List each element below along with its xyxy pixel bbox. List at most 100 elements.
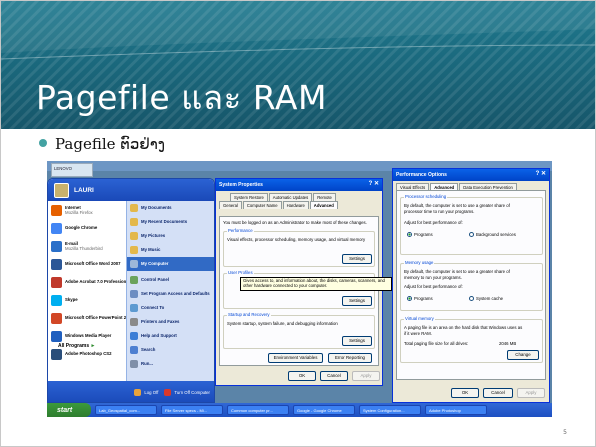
start-menu-place-item[interactable]: Search (127, 343, 214, 357)
start-menu-place-item[interactable]: Printers and Faxes (127, 315, 214, 329)
admin-note: You must be logged on as an Administrato… (223, 220, 367, 225)
ok-button[interactable]: OK (288, 371, 316, 381)
ok-button[interactable]: OK (451, 388, 479, 398)
pinned-programs: Internet Mozilla Firefox Google Chrome E-ma… (48, 201, 133, 381)
start-menu-place-item[interactable]: My Music (127, 243, 214, 257)
programs-radio[interactable]: Programs (407, 232, 433, 237)
start-menu-place-item[interactable]: Set Program Access and Defaults (127, 287, 214, 301)
window-title: System Properties (219, 182, 263, 188)
program-icon (51, 348, 62, 360)
tab-system-restore[interactable]: System Restore (230, 193, 268, 202)
user-profiles-label: User Profiles (227, 270, 254, 276)
start-menu-header: LAURI (48, 179, 214, 201)
pinned-program-item[interactable]: Skype (48, 291, 126, 309)
tab-computer-name[interactable]: Computer Name (242, 201, 282, 210)
startup-recovery-group: Startup and Recovery System startup, sys… (223, 312, 375, 349)
program-label: Windows Media Player (65, 333, 112, 339)
program-icon (51, 312, 62, 324)
tab-hardware[interactable]: Hardware (282, 201, 309, 210)
taskbar-button[interactable]: File Server specs - Mi... (161, 405, 223, 415)
start-menu-place-item[interactable]: My Pictures (127, 229, 214, 243)
startup-text: System startup, system failure, and debu… (227, 321, 338, 326)
start-menu-place-item[interactable]: My Computer (127, 257, 214, 271)
advanced-panel: You must be logged on as an Administrato… (219, 216, 379, 366)
program-icon (51, 276, 62, 288)
virtual-memory-group: Virtual memory A paging file is an area … (400, 316, 543, 363)
processor-scheduling-group: Processor scheduling By default, the com… (400, 194, 543, 255)
bullet-dot-icon (39, 139, 47, 147)
performance-label: Performance (227, 228, 254, 234)
taskbar-button[interactable]: Common computer pr... (227, 405, 289, 415)
user-profiles-settings-button[interactable]: Settings (342, 296, 372, 306)
program-label: Microsoft Office PowerPoint 2007 (65, 315, 134, 321)
system-cache-radio[interactable]: System cache (469, 296, 503, 301)
vm-total-value: 2046 MB (499, 341, 517, 346)
processor-scheduling-label: Processor scheduling (404, 194, 448, 200)
pinned-program-item[interactable]: Microsoft Office Word 2007 (48, 255, 126, 273)
taskbar-button[interactable]: Google - Google Chrome (293, 405, 355, 415)
program-sublabel: Mozilla Firefox (65, 210, 93, 215)
place-icon (130, 276, 138, 284)
performance-group: Performance Visual effects, processor sc… (223, 228, 375, 267)
environment-variables-button[interactable]: Environment Variables (268, 353, 323, 363)
pinned-program-item[interactable]: Microsoft Office PowerPoint 2007 (48, 309, 133, 327)
start-menu-place-item[interactable]: Run... (127, 357, 214, 371)
place-icon (130, 218, 138, 226)
apply-button[interactable]: Apply (352, 371, 380, 381)
start-menu: LAURI Internet Mozilla Firefox Google Chro… (47, 178, 215, 403)
cancel-button[interactable]: Cancel (320, 371, 348, 381)
start-menu-place-item[interactable]: My Recent Documents (127, 215, 214, 229)
place-icon (130, 318, 138, 326)
radio-icon (469, 232, 474, 237)
taskbar-button[interactable]: System Configuration... (359, 405, 421, 415)
bullet-text: Pagefile ຕົວຢ່າງ (55, 135, 166, 153)
turn-off-button[interactable]: Turn Off Computer (164, 389, 210, 396)
pinned-program-item[interactable]: E-mail Mozilla Thunderbird (48, 237, 126, 255)
change-button[interactable]: Change (507, 350, 539, 360)
error-reporting-button[interactable]: Error Reporting (328, 353, 372, 363)
start-menu-place-item[interactable]: My Documents (127, 201, 214, 215)
cancel-button[interactable]: Cancel (483, 388, 513, 398)
close-icon[interactable]: ? ✕ (536, 171, 546, 178)
perf-advanced-panel: Processor scheduling By default, the com… (396, 190, 546, 380)
place-icon (130, 304, 138, 312)
mem-adjust-label: Adjust for best performance of: (404, 284, 463, 289)
place-label: Printers and Faxes (141, 319, 180, 325)
pinned-program-item[interactable]: Google Chrome (48, 219, 126, 237)
user-avatar (54, 182, 69, 198)
place-label: My Pictures (141, 233, 166, 239)
start-menu-place-item[interactable]: Connect To (127, 301, 214, 315)
place-label: Search (141, 347, 156, 353)
start-menu-place-item[interactable]: Control Panel (127, 273, 214, 287)
power-icon (164, 389, 172, 396)
close-icon[interactable]: ? ✕ (369, 181, 379, 188)
apply-button[interactable]: Apply (517, 388, 545, 398)
log-off-button[interactable]: Log Off (134, 389, 158, 396)
taskbar-button[interactable]: Adobe Photoshop (425, 405, 487, 415)
pinned-program-item[interactable]: Adobe Acrobat 7.0 Professional (48, 273, 130, 291)
background-services-radio[interactable]: Background services (469, 232, 516, 237)
tabs-row-2: General Computer Name Hardware Advanced (216, 201, 382, 210)
all-programs-button[interactable]: All Programs ► (58, 343, 95, 349)
user-name: LAURI (74, 186, 94, 194)
tab-automatic-updates[interactable]: Automatic Updates (268, 193, 313, 202)
tab-general[interactable]: General (219, 201, 242, 210)
tooltip-text: Gives access to, and information about, … (243, 278, 385, 288)
mem-programs-radio[interactable]: Programs (407, 296, 433, 301)
taskbar: start Lab_Geospatial_com... File Server s… (47, 403, 552, 417)
performance-settings-button[interactable]: Settings (342, 254, 372, 264)
tab-advanced[interactable]: Advanced (309, 201, 338, 210)
startup-settings-button[interactable]: Settings (342, 336, 372, 346)
place-icon (130, 346, 138, 354)
place-label: My Recent Documents (141, 219, 188, 225)
pinned-program-item[interactable]: Internet Mozilla Firefox (48, 201, 126, 219)
tab-remote[interactable]: Remote (313, 193, 336, 202)
taskbar-button[interactable]: Lab_Geospatial_com... (95, 405, 157, 415)
system-properties-titlebar: System Properties ? ✕ (216, 179, 382, 191)
start-menu-place-item[interactable]: Help and Support (127, 329, 214, 343)
place-label: My Computer (141, 261, 169, 267)
radio-selected-icon (407, 232, 412, 237)
place-icon (130, 360, 138, 368)
start-button[interactable]: start (47, 403, 91, 417)
program-icon (51, 204, 62, 216)
